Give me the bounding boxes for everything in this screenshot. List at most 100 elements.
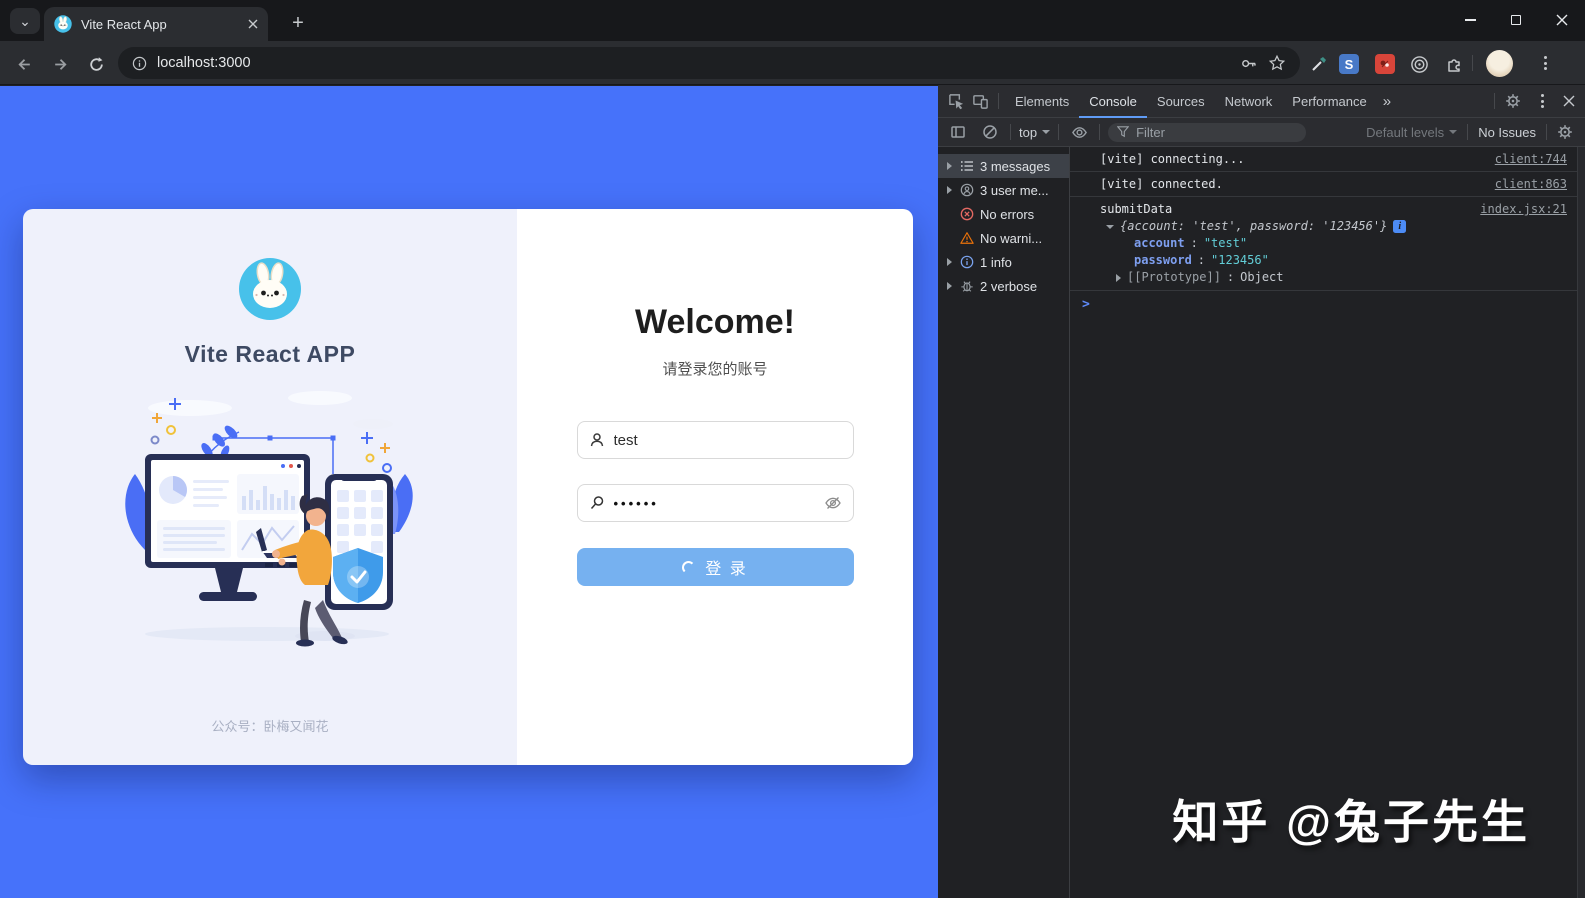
expand-icon	[947, 162, 952, 170]
tab-search-button[interactable]: ⌄	[10, 8, 40, 34]
profile-avatar[interactable]	[1486, 50, 1513, 77]
eye-invisible-icon[interactable]	[824, 494, 842, 512]
divider	[1099, 124, 1101, 140]
s-extension-icon[interactable]: S	[1336, 51, 1362, 77]
screen: ⌄ Vite React App + localhost:3000 S Vite…	[0, 0, 1585, 898]
sidebar-item-warnings[interactable]: No warni...	[938, 226, 1069, 250]
source-link[interactable]: client:744	[1495, 151, 1567, 167]
expand-icon	[947, 258, 952, 266]
tab-title: Vite React App	[81, 16, 167, 32]
log-label: submitData	[1100, 202, 1173, 216]
tab-close-icon[interactable]	[248, 19, 258, 29]
login-subtitle: 请登录您的账号	[662, 361, 768, 378]
chevron-down-icon	[1042, 130, 1051, 134]
maximize-icon	[1511, 15, 1521, 25]
window-close-button[interactable]	[1539, 0, 1585, 40]
window-minimize-button[interactable]	[1447, 0, 1493, 40]
browser-tab[interactable]: Vite React App	[44, 7, 268, 41]
sidebar-item-info[interactable]: 1 info	[938, 250, 1069, 274]
user-messages-icon	[960, 183, 974, 197]
issues-counter[interactable]: No Issues	[1478, 125, 1536, 140]
plus-icon: +	[292, 11, 304, 34]
console-sidebar-toggle-icon[interactable]	[946, 120, 970, 144]
devtools-menu-icon[interactable]	[1531, 90, 1553, 112]
password-field[interactable]	[576, 484, 854, 522]
collapse-icon[interactable]	[1106, 224, 1114, 229]
console-prompt[interactable]: >	[1070, 291, 1585, 312]
login-illustration	[125, 391, 413, 647]
wechat-footer-text: 公众号：卧梅又闻花	[211, 719, 329, 734]
minimize-icon	[1464, 19, 1476, 21]
divider	[1467, 124, 1469, 140]
colorpicker-extension-icon[interactable]	[1306, 51, 1332, 77]
console-settings-gear-icon[interactable]	[1557, 124, 1573, 140]
tab-elements[interactable]: Elements	[1005, 85, 1079, 118]
login-button[interactable]: 登 录	[576, 548, 854, 586]
forward-button[interactable]	[48, 52, 72, 76]
loading-spinner-icon	[682, 560, 696, 574]
divider	[998, 93, 999, 109]
new-tab-button[interactable]: +	[284, 9, 312, 37]
sidebar-item-user-messages[interactable]: 3 user me...	[938, 178, 1069, 202]
site-info-icon[interactable]	[132, 56, 147, 71]
close-icon	[1556, 14, 1568, 26]
live-expression-eye-icon[interactable]	[1067, 120, 1091, 144]
tab-network[interactable]: Network	[1215, 85, 1283, 118]
devtools-close-icon[interactable]	[1563, 95, 1575, 107]
error-icon	[960, 207, 974, 221]
source-link[interactable]: index.jsx:21	[1480, 201, 1567, 218]
tab-performance[interactable]: Performance	[1282, 85, 1376, 118]
info-badge-icon[interactable]: i	[1393, 220, 1407, 233]
back-icon	[17, 58, 30, 70]
user-icon	[590, 433, 603, 447]
bookmark-star-icon[interactable]	[1268, 54, 1286, 72]
expand-icon	[947, 282, 952, 290]
forward-icon	[54, 58, 67, 70]
window-maximize-button[interactable]	[1493, 0, 1539, 40]
browser-menu-button[interactable]	[1534, 52, 1556, 74]
watermark-text: 知乎 @兔子先生	[1172, 796, 1530, 848]
target-extension-icon[interactable]	[1406, 51, 1432, 77]
account-field[interactable]	[576, 421, 854, 459]
password-key-icon[interactable]	[1239, 54, 1258, 73]
red-extension-icon[interactable]	[1372, 51, 1398, 77]
log-levels-selector[interactable]: Default levels	[1366, 125, 1458, 140]
context-selector[interactable]: top	[1019, 125, 1051, 140]
extensions-puzzle-icon[interactable]	[1441, 51, 1467, 77]
web-page: Vite React APP 公众号：卧梅又闻花 Welcome! 请登录您的账…	[0, 86, 938, 898]
password-input[interactable]	[613, 495, 815, 511]
prototype-row[interactable]: [[Prototype]]: Object	[1100, 269, 1490, 286]
login-card-right-panel: Welcome! 请登录您的账号 test •••••• 登 录	[517, 209, 913, 765]
inspect-element-icon[interactable]	[944, 89, 968, 113]
welcome-title: Welcome!	[635, 303, 795, 341]
devtools-panel: Elements Console Sources Network Perform…	[938, 85, 1585, 898]
login-card-left-panel: Vite React APP 公众号：卧梅又闻花	[23, 209, 517, 765]
expand-icon	[947, 186, 952, 194]
favicon-rabbit-icon	[54, 15, 72, 33]
clear-console-icon[interactable]	[978, 120, 1002, 144]
tab-sources[interactable]: Sources	[1147, 85, 1215, 118]
devtools-settings-gear-icon[interactable]	[1505, 93, 1521, 109]
object-preview[interactable]: {account: 'test', password: '123456'}	[1120, 218, 1387, 235]
login-card: Vite React APP 公众号：卧梅又闻花 Welcome! 请登录您的账…	[23, 209, 913, 765]
object-property: password: "123456"	[1134, 253, 1269, 267]
back-button[interactable]	[12, 52, 36, 76]
more-tabs-icon[interactable]: »	[1377, 93, 1397, 110]
reload-button[interactable]	[84, 52, 108, 76]
chevron-down-icon: ⌄	[19, 12, 31, 29]
console-filter-input[interactable]: Filter	[1108, 122, 1307, 142]
divider	[1010, 124, 1011, 140]
sidebar-item-verbose[interactable]: 2 verbose	[938, 274, 1069, 298]
device-toolbar-icon[interactable]	[968, 89, 992, 113]
tab-strip: ⌄ Vite React App +	[0, 0, 1585, 41]
source-link[interactable]: client:863	[1495, 176, 1567, 192]
console-scrollbar[interactable]	[1577, 147, 1585, 898]
funnel-icon	[1117, 126, 1130, 138]
url-bar[interactable]: localhost:3000	[118, 47, 1300, 79]
sidebar-item-errors[interactable]: No errors	[938, 202, 1069, 226]
console-toolbar: top Filter Default levels No Issues	[938, 118, 1585, 147]
url-text[interactable]: localhost:3000	[157, 55, 1229, 71]
sidebar-item-messages[interactable]: 3 messages	[938, 154, 1069, 178]
account-input[interactable]	[613, 431, 842, 449]
tab-console[interactable]: Console	[1079, 85, 1147, 118]
